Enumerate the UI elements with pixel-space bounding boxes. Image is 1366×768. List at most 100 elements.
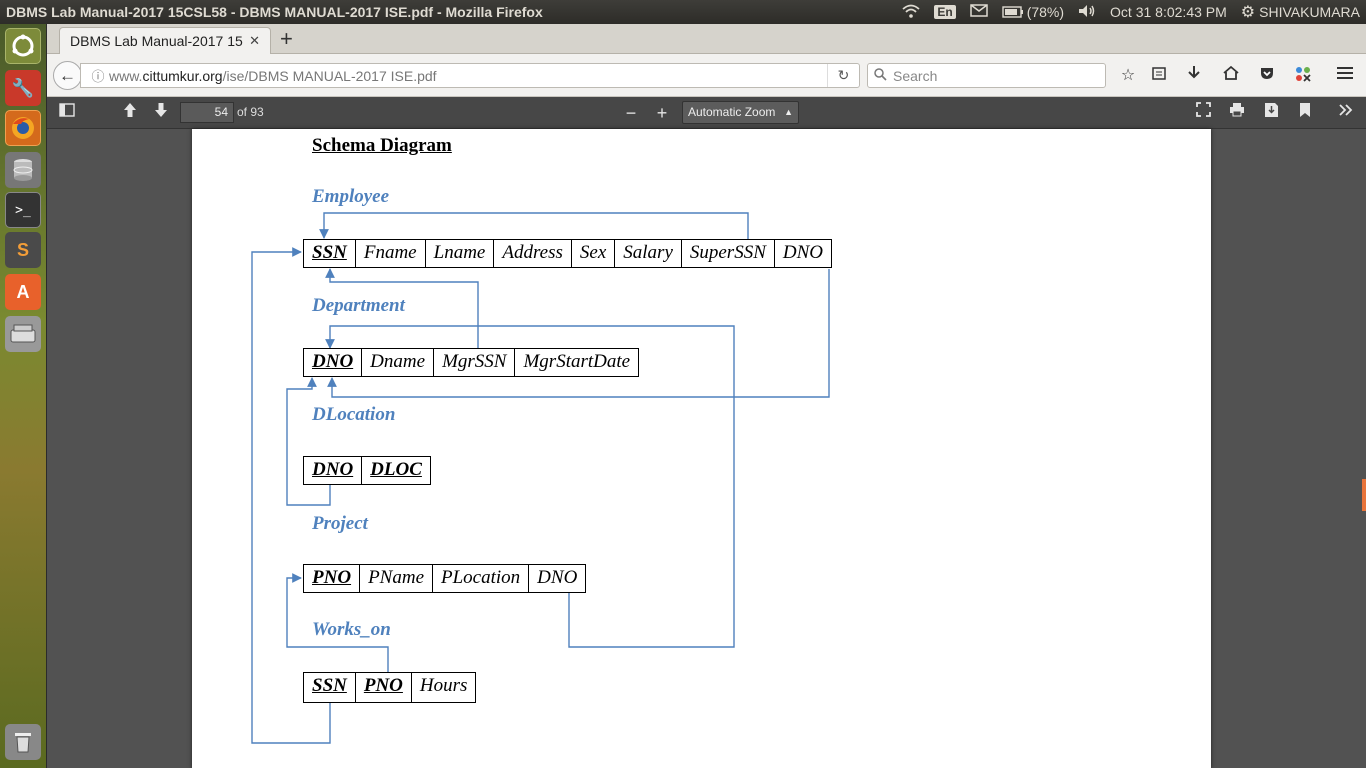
- keyboard-layout-indicator[interactable]: En: [934, 5, 956, 19]
- software-center-icon[interactable]: A: [5, 274, 41, 310]
- previous-page-icon[interactable]: [119, 102, 141, 124]
- user-name: SHIVAKUMARA: [1259, 4, 1360, 20]
- database-icon[interactable]: [5, 152, 41, 188]
- relation-dlocation: DNO DLOC: [303, 456, 431, 485]
- reading-list-icon[interactable]: [1148, 65, 1170, 87]
- attr-department-mgrssn: MgrSSN: [434, 349, 516, 376]
- attr-dlocation-dno: DNO: [304, 457, 363, 484]
- relation-project: PNO PName PLocation DNO: [303, 564, 587, 593]
- arrow-employee-dno-to-department-dno: [327, 269, 830, 398]
- search-input[interactable]: Search: [867, 63, 1106, 88]
- tab-bar: DBMS Lab Manual-2017 15 ✕ +: [47, 24, 1366, 54]
- attr-project-dno: DNO: [537, 567, 578, 588]
- url-bar[interactable]: ⓘ www. cittumkur.org/ise/DBMS MANUAL-2017…: [80, 63, 860, 88]
- session-menu[interactable]: ⚙ SHIVAKUMARA: [1241, 2, 1360, 22]
- pdf-page: Schema Diagram Employee SSN Fname Lname …: [192, 129, 1211, 768]
- attr-employee-fname: Fname: [356, 240, 426, 267]
- attr-project-pno: PNO: [304, 565, 361, 592]
- gear-icon: ⚙: [1240, 4, 1256, 21]
- attr-dlocation-dloc: DLOC: [370, 459, 422, 480]
- tools-chevron-icon[interactable]: [1335, 102, 1357, 124]
- relation-department: DNO Dname MgrSSN MgrStartDate: [303, 348, 640, 377]
- reload-icon[interactable]: ↻: [827, 64, 859, 87]
- unity-launcher: 🔧 >_ S A: [0, 24, 47, 768]
- page-heading: Schema Diagram: [312, 135, 452, 156]
- volume-icon[interactable]: [1078, 4, 1096, 21]
- page-count: of 93: [237, 105, 264, 119]
- save-icon[interactable]: [1260, 102, 1282, 124]
- navigation-toolbar: ← ⓘ www. cittumkur.org/ise/DBMS MANUAL-20…: [47, 54, 1366, 97]
- bookmark-icon[interactable]: [1294, 102, 1316, 124]
- fullscreen-icon[interactable]: [1192, 102, 1214, 124]
- scroll-position-marker[interactable]: [1362, 479, 1366, 511]
- menu-icon[interactable]: [1334, 65, 1356, 87]
- attr-workson-hours: Hours: [419, 675, 468, 696]
- attr-department-dno: DNO: [304, 349, 363, 376]
- zoom-in-icon[interactable]: +: [651, 102, 673, 124]
- attr-department-dname: Dname: [362, 349, 435, 376]
- arrow-superssn-to-ssn: [319, 212, 749, 240]
- mail-icon[interactable]: [969, 4, 988, 20]
- close-tab-icon[interactable]: ✕: [249, 33, 260, 49]
- system-top-bar: DBMS Lab Manual-2017 15CSL58 - DBMS MANU…: [0, 0, 1366, 24]
- attr-project-plocation: PLocation: [433, 565, 530, 592]
- attr-employee-sex: Sex: [572, 240, 616, 267]
- sublime-text-icon[interactable]: S: [5, 232, 41, 268]
- attr-employee-salary: Salary: [615, 240, 682, 267]
- entity-label-employee: Employee: [312, 186, 390, 207]
- zoom-select[interactable]: Automatic Zoom ▲▼: [682, 101, 799, 138]
- info-icon[interactable]: ⓘ: [87, 66, 109, 85]
- pdf-toolbar: 54 of 93 − + Automatic Zoom ▲▼: [47, 97, 1366, 138]
- ubuntu-dash-icon[interactable]: [5, 28, 41, 64]
- next-page-icon[interactable]: [150, 102, 172, 124]
- system-settings-icon[interactable]: 🔧: [5, 70, 41, 106]
- page-number-input[interactable]: 54: [180, 102, 234, 123]
- relation-works-on: SSN PNO Hours: [303, 672, 477, 703]
- print-icon[interactable]: [1226, 102, 1248, 124]
- attr-workson-pno: PNO: [356, 673, 412, 702]
- entity-label-department: Department: [312, 295, 405, 316]
- url-prefix: www.: [109, 67, 143, 84]
- zoom-out-icon[interactable]: −: [620, 102, 642, 124]
- tab-pdf[interactable]: DBMS Lab Manual-2017 15 ✕: [59, 27, 271, 54]
- arrow-workson-ssn-to-employee-ssn: [251, 247, 331, 744]
- wifi-icon[interactable]: [902, 4, 920, 21]
- attr-employee-lname: Lname: [426, 240, 495, 267]
- battery-percent: (78%): [1026, 4, 1065, 20]
- sidebar-toggle-icon[interactable]: [56, 102, 78, 124]
- back-button[interactable]: ←: [53, 61, 82, 90]
- pdf-viewer[interactable]: Schema Diagram Employee SSN Fname Lname …: [47, 129, 1366, 768]
- battery-icon: [1001, 6, 1023, 18]
- attr-employee-dno: DNO: [782, 242, 823, 263]
- pocket-icon[interactable]: [1256, 65, 1278, 87]
- disk-icon[interactable]: [5, 316, 41, 352]
- clock[interactable]: Oct 31 8:02:43 PM: [1110, 4, 1227, 20]
- trash-icon[interactable]: [5, 724, 41, 760]
- attr-employee-address: Address: [494, 240, 572, 267]
- new-tab-button[interactable]: +: [280, 27, 293, 51]
- attr-department-mgrstartdate: MgrStartDate: [523, 351, 631, 372]
- attr-project-pname: PName: [360, 565, 433, 592]
- url-path: /ise/DBMS MANUAL-2017 ISE.pdf: [222, 67, 437, 84]
- tab-title: DBMS Lab Manual-2017 15: [70, 33, 243, 49]
- extension-icon[interactable]: [1292, 65, 1314, 87]
- download-icon[interactable]: [1183, 65, 1205, 87]
- terminal-icon[interactable]: >_: [5, 192, 41, 228]
- entity-label-dlocation: DLocation: [312, 404, 396, 425]
- search-icon: [874, 67, 887, 84]
- attr-workson-ssn: SSN: [304, 673, 356, 702]
- attr-employee-superssn: SuperSSN: [682, 240, 775, 267]
- arrow-dlocation-dno-to-department-dno: [286, 377, 331, 506]
- search-placeholder: Search: [893, 67, 938, 84]
- firefox-icon[interactable]: [5, 110, 41, 146]
- entity-label-project: Project: [312, 513, 368, 534]
- attr-employee-ssn: SSN: [304, 240, 356, 267]
- bookmark-star-icon[interactable]: ☆: [1117, 65, 1139, 87]
- window-title: DBMS Lab Manual-2017 15CSL58 - DBMS MANU…: [6, 4, 543, 20]
- home-icon[interactable]: [1220, 65, 1242, 87]
- back-arrow-icon: ←: [59, 65, 76, 85]
- entity-label-works-on: Works_on: [312, 619, 391, 640]
- url-domain: cittumkur.org: [142, 67, 223, 84]
- zoom-value: Automatic Zoom: [688, 105, 776, 119]
- battery-indicator[interactable]: (78%): [1001, 4, 1065, 20]
